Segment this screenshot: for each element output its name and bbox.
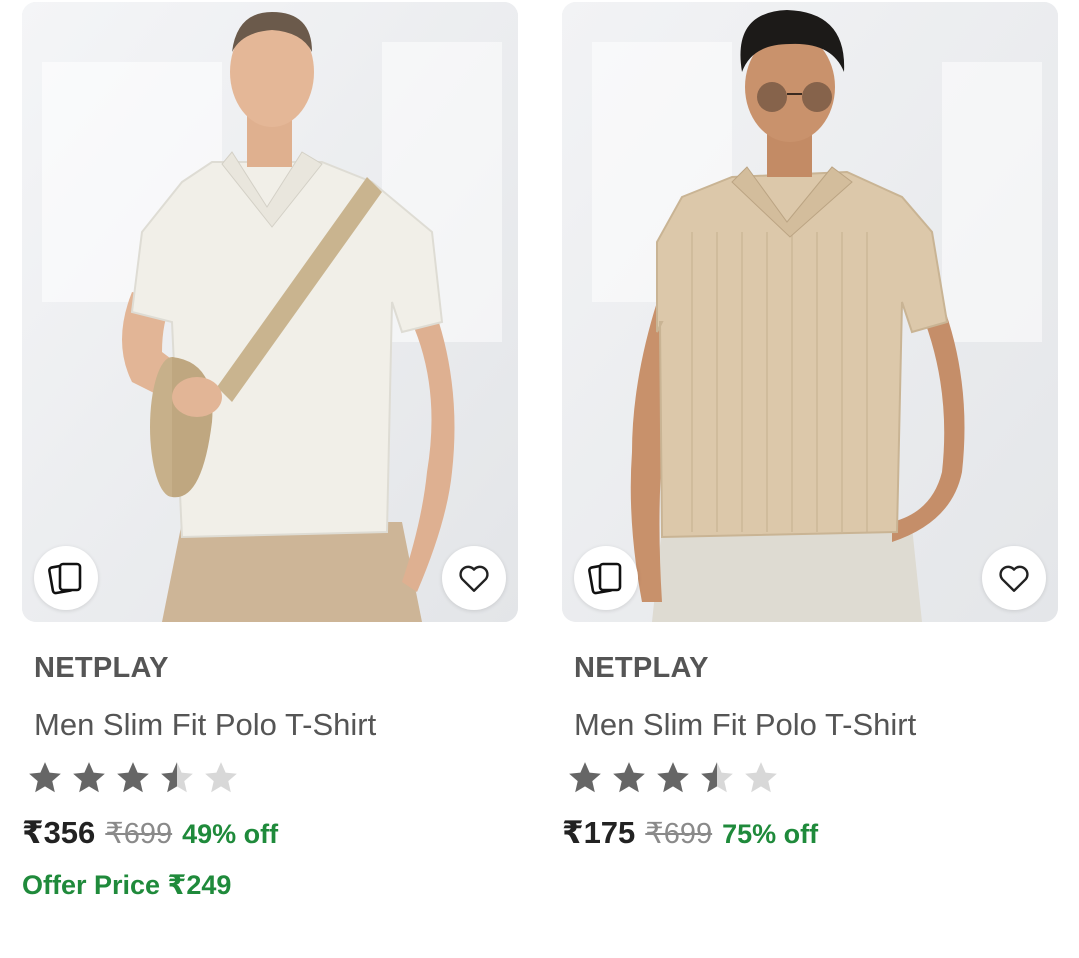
star-filled-icon xyxy=(613,762,645,793)
brand-name: NETPLAY xyxy=(574,652,709,684)
star-empty-icon xyxy=(205,762,237,793)
similar-products-button[interactable] xyxy=(34,546,98,610)
price-row: ₹356 ₹699 49% off xyxy=(22,813,518,853)
mrp-price: ₹699 xyxy=(645,818,713,850)
product-photo xyxy=(562,2,1058,622)
star-half-icon xyxy=(161,762,193,793)
selling-price: ₹175 xyxy=(562,815,636,850)
discount-badge: 49% off xyxy=(182,819,279,849)
wishlist-button[interactable] xyxy=(442,546,506,610)
star-half-icon xyxy=(701,762,733,793)
offer-price xyxy=(562,867,1058,903)
similar-products-icon xyxy=(588,562,622,595)
heart-icon xyxy=(459,565,489,592)
star-empty-icon xyxy=(745,762,777,793)
product-image[interactable] xyxy=(562,2,1058,622)
star-filled-icon xyxy=(657,762,689,793)
product-card[interactable]: NETPLAY Men Slim Fit Polo T-Shirt ₹175 ₹… xyxy=(562,2,1058,903)
star-filled-icon xyxy=(117,762,149,793)
brand-name: NETPLAY xyxy=(34,652,169,684)
product-image[interactable] xyxy=(22,2,518,622)
star-rating xyxy=(566,759,1058,799)
product-title[interactable]: Men Slim Fit Polo T-Shirt xyxy=(574,706,1058,744)
product-title[interactable]: Men Slim Fit Polo T-Shirt xyxy=(34,706,518,744)
star-filled-icon xyxy=(569,762,601,793)
price-row: ₹175 ₹699 75% off xyxy=(562,813,1058,853)
offer-price: Offer Price ₹249 xyxy=(22,870,232,900)
discount-badge: 75% off xyxy=(722,819,819,849)
heart-icon xyxy=(999,565,1029,592)
star-filled-icon xyxy=(29,762,61,793)
star-filled-icon xyxy=(73,762,105,793)
product-card[interactable]: NETPLAY Men Slim Fit Polo T-Shirt ₹356 ₹… xyxy=(22,2,518,903)
mrp-price: ₹699 xyxy=(105,818,173,850)
similar-products-icon xyxy=(48,562,82,595)
star-rating xyxy=(26,759,518,799)
wishlist-button[interactable] xyxy=(982,546,1046,610)
product-photo xyxy=(22,2,518,622)
product-grid: NETPLAY Men Slim Fit Polo T-Shirt ₹356 ₹… xyxy=(0,0,1079,958)
similar-products-button[interactable] xyxy=(574,546,638,610)
selling-price: ₹356 xyxy=(22,815,96,850)
